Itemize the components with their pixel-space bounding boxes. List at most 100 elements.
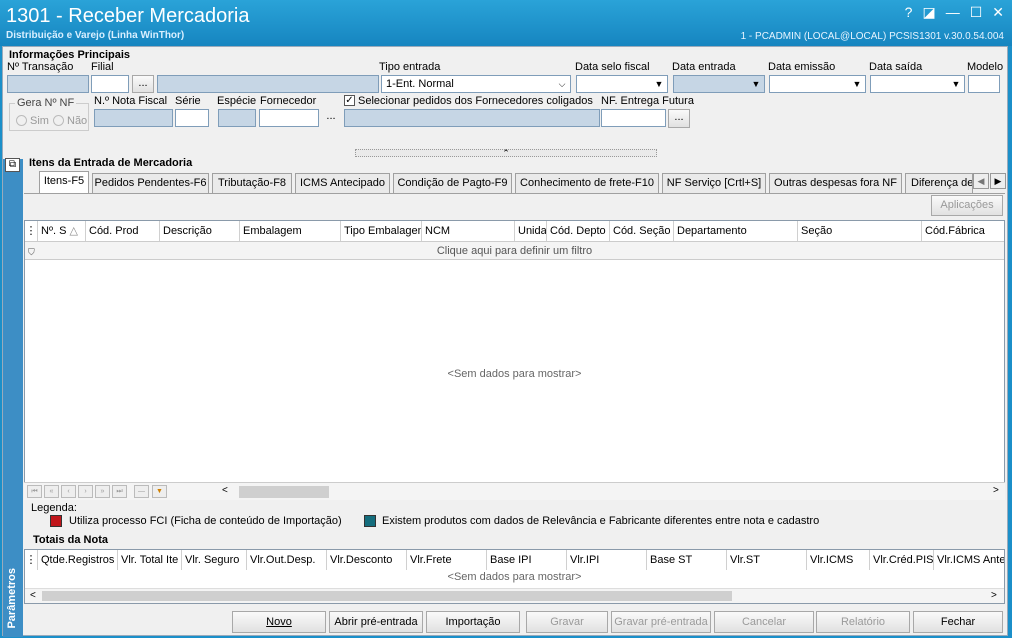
- totais-column-header[interactable]: Qtde.Registros: [38, 550, 118, 570]
- first-record-icon[interactable]: ⏮: [27, 485, 42, 498]
- totais-column-header[interactable]: Vlr.IPI: [567, 550, 647, 570]
- prev-record-icon[interactable]: ‹: [61, 485, 76, 498]
- totais-column-header[interactable]: Vlr. Seguro: [182, 550, 247, 570]
- filter-row[interactable]: ⛉ Clique aqui para definir um filtro: [25, 241, 1004, 260]
- chevron-up-icon[interactable]: ⌃: [502, 148, 510, 158]
- nf-entrega-search-button[interactable]: ...: [668, 109, 690, 128]
- calendar-dropdown-icon[interactable]: ▼: [651, 76, 667, 92]
- column-header[interactable]: NCM: [422, 221, 515, 241]
- tab-scroll-left-icon[interactable]: ◀: [973, 173, 989, 189]
- minimize-icon[interactable]: —: [946, 4, 960, 21]
- collapse-splitter[interactable]: ⌃: [355, 148, 657, 158]
- gravar-button[interactable]: Gravar: [526, 611, 608, 633]
- data-emissao-field[interactable]: ▼: [769, 75, 866, 93]
- column-chooser-icon[interactable]: ⋮: [25, 550, 38, 570]
- coligados-checkbox[interactable]: ✓: [344, 95, 355, 106]
- data-saida-field[interactable]: ▼: [870, 75, 965, 93]
- totais-column-header[interactable]: Vlr.ICMS Ante: [934, 550, 1004, 570]
- help-icon[interactable]: ?: [905, 4, 913, 21]
- next-page-icon[interactable]: »: [95, 485, 110, 498]
- tab-condicao-pagto[interactable]: Condição de Pagto-F9: [393, 173, 512, 193]
- totais-column-header[interactable]: Base ST: [647, 550, 727, 570]
- horizontal-scrollbar-thumb[interactable]: [239, 486, 329, 498]
- calendar-dropdown-icon[interactable]: ▼: [948, 76, 964, 92]
- nf-entrega-field[interactable]: [601, 109, 666, 127]
- parametros-sidebar[interactable]: ⧉ Parâmetros: [3, 158, 23, 637]
- sim-radio[interactable]: [16, 115, 27, 126]
- tab-outras-despesas[interactable]: Outras despesas fora NF: [769, 173, 902, 193]
- close-icon[interactable]: ✕: [992, 4, 1004, 21]
- totais-column-header[interactable]: Vlr. Total Ite: [118, 550, 182, 570]
- remove-record-icon[interactable]: —: [134, 485, 149, 498]
- tab-diferenca[interactable]: Diferença de: [905, 173, 973, 193]
- hscroll-right-icon[interactable]: >: [991, 590, 997, 601]
- tab-conhecimento-frete[interactable]: Conhecimento de frete-F10: [515, 173, 659, 193]
- totais-column-header[interactable]: Vlr.Créd.PIS: [870, 550, 934, 570]
- novo-button[interactable]: Novo: [232, 611, 326, 633]
- nota-fiscal-field[interactable]: [94, 109, 173, 127]
- column-header[interactable]: Unida: [515, 221, 547, 241]
- tab-scroll-right-icon[interactable]: ▶: [990, 173, 1006, 189]
- totais-column-header[interactable]: Vlr.Desconto: [327, 550, 407, 570]
- transacao-field[interactable]: [7, 75, 89, 93]
- tipo-entrada-select[interactable]: 1-Ent. Normal ⌵: [381, 75, 571, 93]
- cancelar-button[interactable]: Cancelar: [714, 611, 814, 633]
- tab-tributacao[interactable]: Tributação-F8: [212, 173, 292, 193]
- fornecedor-field[interactable]: [259, 109, 319, 127]
- restore-panel-icon[interactable]: ⧉: [5, 158, 20, 172]
- column-header[interactable]: Cód. Prod: [86, 221, 160, 241]
- gravar-pre-entrada-button[interactable]: Gravar pré-entrada: [611, 611, 711, 633]
- column-header[interactable]: Descrição: [160, 221, 240, 241]
- filter-toggle-icon[interactable]: ▼: [152, 485, 167, 498]
- modelo-field[interactable]: [968, 75, 1000, 93]
- column-header[interactable]: Departamento: [674, 221, 798, 241]
- especie-label: Espécie: [217, 95, 257, 107]
- column-header[interactable]: Cód.Fábrica: [922, 221, 1004, 241]
- fechar-button[interactable]: Fechar: [913, 611, 1003, 633]
- totais-column-header[interactable]: Vlr.ST: [727, 550, 807, 570]
- column-header[interactable]: Embalagem: [240, 221, 341, 241]
- horizontal-scrollbar-thumb[interactable]: [42, 591, 732, 601]
- filter-icon[interactable]: ⛉: [28, 243, 35, 261]
- relatorio-button[interactable]: Relatório: [816, 611, 910, 633]
- tab-itens[interactable]: Itens-F5: [39, 171, 89, 194]
- itens-grid[interactable]: ⋮ Nº. S △ Cód. Prod Descrição Embalagem …: [24, 220, 1005, 500]
- prev-page-icon[interactable]: «: [44, 485, 59, 498]
- restore-layout-icon[interactable]: ◪: [922, 4, 935, 21]
- next-record-icon[interactable]: ›: [78, 485, 93, 498]
- totais-hscrollbar[interactable]: < >: [25, 588, 1004, 603]
- calendar-dropdown-icon[interactable]: ▼: [849, 76, 865, 92]
- tab-icms-antecipado[interactable]: ICMS Antecipado: [295, 173, 390, 193]
- hscroll-right-icon[interactable]: >: [993, 485, 999, 496]
- column-chooser-icon[interactable]: ⋮: [25, 221, 38, 241]
- abrir-pre-entrada-button[interactable]: Abrir pré-entrada: [329, 611, 423, 633]
- filial-field[interactable]: [91, 75, 129, 93]
- totais-grid[interactable]: ⋮ Qtde.Registros Vlr. Total Ite Vlr. Seg…: [24, 549, 1005, 604]
- column-header[interactable]: Cód. Depto: [547, 221, 610, 241]
- tab-pedidos-pendentes[interactable]: Pedidos Pendentes-F6: [92, 173, 209, 193]
- aplicacoes-button[interactable]: Aplicações: [931, 195, 1003, 216]
- filial-search-button[interactable]: ...: [132, 75, 154, 93]
- column-header[interactable]: Cód. Seção: [610, 221, 674, 241]
- data-entrada-field[interactable]: ▼: [673, 75, 765, 93]
- totais-column-header[interactable]: Vlr.ICMS: [807, 550, 870, 570]
- importacao-button[interactable]: Importação: [426, 611, 520, 633]
- hscroll-left-icon[interactable]: <: [30, 590, 36, 601]
- last-record-icon[interactable]: ⏭: [112, 485, 127, 498]
- chevron-down-icon[interactable]: ⌵: [554, 76, 570, 92]
- column-header[interactable]: Seção: [798, 221, 922, 241]
- totais-column-header[interactable]: Base IPI: [487, 550, 567, 570]
- totais-column-header[interactable]: Vlr.Frete: [407, 550, 487, 570]
- tab-nf-servico[interactable]: NF Serviço [Crtl+S]: [662, 173, 766, 193]
- column-header[interactable]: Tipo Embalagem: [341, 221, 422, 241]
- totais-column-header[interactable]: Vlr.Out.Desp.: [247, 550, 327, 570]
- data-selo-field[interactable]: ▼: [576, 75, 668, 93]
- hscroll-left-icon[interactable]: <: [222, 485, 228, 496]
- serie-field[interactable]: [175, 109, 209, 127]
- nao-radio[interactable]: [53, 115, 64, 126]
- column-header[interactable]: Nº. S △: [38, 221, 86, 241]
- especie-field[interactable]: [218, 109, 256, 127]
- calendar-dropdown-icon[interactable]: ▼: [748, 76, 764, 92]
- maximize-icon[interactable]: ☐: [970, 4, 983, 21]
- fornecedor-search-button[interactable]: ...: [321, 109, 341, 127]
